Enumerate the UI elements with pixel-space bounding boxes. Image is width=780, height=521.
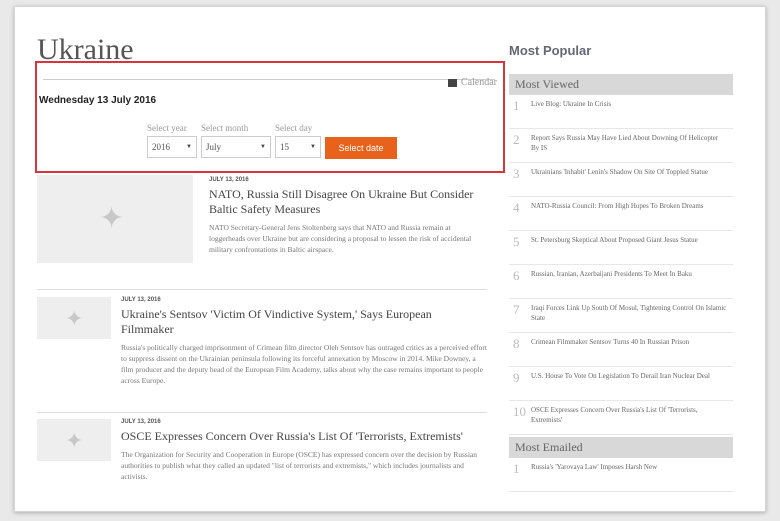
placeholder-logo-icon: ✦ [99,202,125,235]
calendar-icon [447,78,457,87]
tab-most-emailed[interactable]: Most Emailed [509,437,733,458]
list-item[interactable]: 4 NATO-Russia Council: From High Hopes To… [509,197,733,231]
rank-number: 1 [513,461,520,476]
chevron-down-icon: ▼ [310,144,316,150]
list-item[interactable]: 2 Report Says Russia May Have Lied About … [509,129,733,163]
placeholder-logo-icon: ✦ [65,306,84,331]
sidebar-heading: Most Popular [509,43,592,58]
list-item-link[interactable]: Crimean Filmmaker Sentsov Turns 40 In Ru… [531,337,695,347]
most-emailed-list: 1 Russia's 'Yarovaya Law' Imposes Harsh N… [509,458,733,492]
month-caption: Select month [201,123,249,133]
most-viewed-list: 1 Live Blog: Ukraine In Crisis 2 Report Say… [509,95,733,435]
list-item-link[interactable]: Report Says Russia May Have Lied About D… [531,133,733,153]
list-item-link[interactable]: OSCE Expresses Concern Over Russia's Lis… [531,405,733,425]
divider [43,79,495,80]
list-item[interactable]: 1 Russia's 'Yarovaya Law' Imposes Harsh N… [509,458,733,492]
rank-number: 10 [513,404,526,419]
tab-most-viewed[interactable]: Most Viewed [509,74,733,95]
year-value: 2016 [152,142,170,152]
list-item[interactable]: 7 Iraqi Forces Link Up South Of Mosul, Ti… [509,299,733,333]
calendar-widget: Calendar Wednesday 13 July 2016 Select y… [35,61,505,173]
rank-number: 9 [513,370,520,385]
year-select[interactable]: 2016 ▼ [147,136,197,158]
rank-number: 7 [513,302,520,317]
list-item-link[interactable]: Iraqi Forces Link Up South Of Mosul, Tig… [531,303,733,323]
day-select-group: Select day 15 ▼ [275,123,321,158]
article-summary: The Organization for Security and Cooper… [121,450,478,481]
day-caption: Select day [275,123,313,133]
day-select[interactable]: 15 ▼ [275,136,321,158]
sidebar: Most Popular Most Viewed 1 Live Blog: Ukr… [509,43,733,492]
list-item[interactable]: 6 Russian, Iranian, Azerbaijani President… [509,265,733,299]
divider [37,412,487,413]
divider [37,289,487,290]
day-value: 15 [280,142,289,152]
article-item: ✦ JULY 13, 2016 NATO, Russia Still Disag… [37,175,487,275]
article-summary: NATO Secretary-General Jens Stoltenberg … [209,223,472,254]
article-thumbnail[interactable]: ✦ [37,419,111,461]
article-date: JULY 13, 2016 [209,177,249,183]
list-item-link[interactable]: Live Blog: Ukraine In Crisis [531,99,617,109]
article-summary: Russia's politically charged imprisonmen… [121,343,487,385]
page-container: Ukraine Calendar Wednesday 13 July 2016 … [14,6,766,512]
list-item-link[interactable]: Ukrainians 'Inhabit' Lenin's Shadow On S… [531,167,714,177]
article-date: JULY 13, 2016 [121,419,161,425]
list-item-link[interactable]: NATO-Russia Council: From High Hopes To … [531,201,710,211]
chevron-down-icon: ▼ [260,144,266,150]
list-item[interactable]: 5 St. Petersburg Skeptical About Proposed… [509,231,733,265]
month-value: July [206,142,222,152]
article-thumbnail[interactable]: ✦ [37,297,111,339]
month-select[interactable]: July ▼ [201,136,271,158]
article-headline[interactable]: OSCE Expresses Concern Over Russia's Lis… [121,429,487,444]
select-date-button[interactable]: Select date [325,137,397,159]
month-select-group: Select month July ▼ [201,123,271,158]
list-item-link[interactable]: St. Petersburg Skeptical About Proposed … [531,235,704,245]
list-item[interactable]: 10 OSCE Expresses Concern Over Russia's L… [509,401,733,435]
article-item: ✦ JULY 13, 2016 Ukraine's Sentsov 'Victi… [37,297,487,409]
rank-number: 5 [513,234,520,249]
rank-number: 6 [513,268,520,283]
calendar-link-label: Calendar [460,77,497,88]
list-item[interactable]: 3 Ukrainians 'Inhabit' Lenin's Shadow On … [509,163,733,197]
rank-number: 1 [513,98,520,113]
year-caption: Select year [147,123,187,133]
chevron-down-icon: ▼ [186,144,192,150]
article-item: ✦ JULY 13, 2016 OSCE Expresses Concern O… [37,419,487,509]
calendar-link[interactable]: Calendar [447,77,497,88]
article-thumbnail[interactable]: ✦ [37,175,193,263]
rank-number: 8 [513,336,520,351]
article-headline[interactable]: Ukraine's Sentsov 'Victim Of Vindictive … [121,307,487,337]
rank-number: 2 [513,132,520,147]
list-item[interactable]: 8 Crimean Filmmaker Sentsov Turns 40 In R… [509,333,733,367]
list-item[interactable]: 1 Live Blog: Ukraine In Crisis [509,95,733,129]
rank-number: 3 [513,166,520,181]
list-item-link[interactable]: Russian, Iranian, Azerbaijani Presidents… [531,269,698,279]
article-headline[interactable]: NATO, Russia Still Disagree On Ukraine B… [209,187,485,217]
article-date: JULY 13, 2016 [121,297,161,303]
list-item-link[interactable]: Russia's 'Yarovaya Law' Imposes Harsh Ne… [531,462,663,472]
rank-number: 4 [513,200,520,215]
current-date: Wednesday 13 July 2016 [39,95,157,106]
year-select-group: Select year 2016 ▼ [147,123,197,158]
placeholder-logo-icon: ✦ [65,428,84,453]
list-item-link[interactable]: U.S. House To Vote On Legislation To Der… [531,371,716,381]
list-item[interactable]: 9 U.S. House To Vote On Legislation To De… [509,367,733,401]
